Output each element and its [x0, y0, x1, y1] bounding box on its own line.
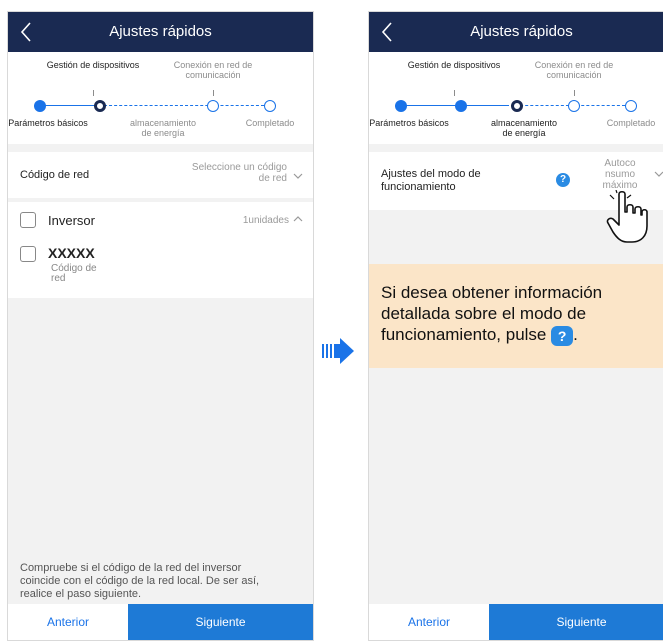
step-label-network-line2: comunicación — [185, 70, 241, 80]
hint-note-line1: Compruebe si el código de la red del inv… — [20, 562, 242, 574]
grid-code-row[interactable]: Código de red Seleccione un código de re… — [8, 152, 313, 198]
step-tick — [454, 90, 455, 96]
step-tick — [574, 90, 575, 96]
grid-code-hint-line1: Seleccione un código — [191, 162, 287, 173]
step-label-basic-params: Parámetros básicos — [8, 118, 88, 128]
step-label-basic-params: Parámetros básicos — [369, 118, 449, 128]
step-connector-dashed — [104, 105, 264, 106]
device-row[interactable]: XXXXX Código de red — [8, 238, 313, 298]
grid-code-hint-line2: de red — [258, 173, 287, 184]
next-button[interactable]: Siguiente — [489, 604, 663, 640]
operating-mode-label-line1: Ajustes del modo de — [381, 168, 481, 180]
step-label-network-line1: Conexión en red de — [534, 60, 614, 70]
step-label-device-management: Gestión de dispositivos — [407, 60, 501, 70]
step-connector — [38, 105, 98, 106]
callout-line3-prefix: funcionamiento, pulse — [381, 325, 547, 344]
step-dot-network — [207, 100, 219, 112]
pointing-hand-icon — [606, 190, 648, 243]
step-dot-network — [511, 100, 523, 112]
step-label-device-management: Gestión de dispositivos — [46, 60, 140, 70]
progress-stepper: Gestión de dispositivos Conexión en red … — [8, 52, 313, 144]
step-label-network-line2: comunicación — [546, 70, 602, 80]
inverter-checkbox[interactable] — [20, 212, 36, 228]
step-dot-storage — [455, 100, 467, 112]
step-tick — [93, 90, 94, 96]
callout-line1: Si desea obtener información — [381, 283, 603, 302]
top-bar: Ajustes rápidos — [369, 12, 663, 52]
inverter-group-row[interactable]: Inversor 1unidades — [8, 202, 313, 238]
hint-note-line2: coincide con el código de la red local. … — [20, 575, 260, 587]
step-dot-basic-params — [395, 100, 407, 112]
progress-stepper: Gestión de dispositivos Conexión en red … — [369, 52, 663, 144]
step-label-storage-line1: almacenamiento — [129, 118, 197, 128]
chevron-down-icon[interactable] — [654, 169, 663, 179]
step-label-network-line1: Conexión en red de — [173, 60, 253, 70]
right-arrow-icon — [322, 338, 354, 364]
operating-mode-label-line2: funcionamiento — [381, 181, 456, 193]
help-icon[interactable]: ? — [556, 173, 570, 187]
step-dot-storage — [94, 100, 106, 112]
step-dot-basic-params — [34, 100, 46, 112]
step-dot-complete — [625, 100, 637, 112]
mode-value-line1: Autoco — [604, 158, 636, 169]
step-label-storage-line1: almacenamiento — [490, 118, 558, 128]
callout-line3-suffix: . — [573, 325, 578, 344]
step-connector — [399, 105, 509, 106]
hint-note-line3: realice el paso siguiente. — [20, 588, 142, 600]
bottom-bar: Anterior Siguiente — [8, 604, 313, 640]
page-title: Ajustes rápidos — [470, 23, 573, 40]
step-tick — [213, 90, 214, 96]
step-dot-complete — [264, 100, 276, 112]
step-label-storage-line2: de energía — [502, 128, 546, 138]
chevron-down-icon[interactable] — [293, 171, 303, 181]
step-label-complete: Completado — [245, 118, 295, 128]
device-name: XXXXX — [48, 245, 95, 261]
hint-note: Compruebe si el código de la red del inv… — [20, 562, 303, 601]
left-screen: Ajustes rápidos Gestión de dispositivos … — [7, 11, 314, 641]
next-button[interactable]: Siguiente — [128, 604, 313, 640]
top-bar: Ajustes rápidos — [8, 12, 313, 52]
step-label-storage-line2: de energía — [141, 128, 185, 138]
right-screen: Ajustes rápidos Gestión de dispositivos … — [368, 11, 663, 641]
chevron-up-icon[interactable] — [293, 214, 303, 224]
step-label-complete: Completado — [606, 118, 656, 128]
bottom-bar: Anterior Siguiente — [369, 604, 663, 640]
step-dot-network-2 — [568, 100, 580, 112]
info-callout: Si desea obtener información detallada s… — [369, 264, 663, 368]
grid-code-label: Código de red — [20, 169, 90, 181]
help-icon: ? — [551, 325, 574, 346]
mode-value-line2: nsumo — [604, 169, 635, 180]
callout-line3: funcionamiento, pulse ?. — [381, 324, 663, 346]
previous-button[interactable]: Anterior — [369, 604, 489, 640]
callout-text: Si desea obtener información detallada s… — [381, 282, 663, 346]
device-sub-line2: red — [51, 273, 66, 284]
inverter-label: Inversor — [48, 213, 95, 228]
page-title: Ajustes rápidos — [109, 23, 212, 40]
callout-line2: detallada sobre el modo de — [381, 304, 587, 323]
device-checkbox[interactable] — [20, 246, 36, 262]
previous-button[interactable]: Anterior — [8, 604, 128, 640]
inverter-units: 1unidades — [242, 215, 289, 226]
